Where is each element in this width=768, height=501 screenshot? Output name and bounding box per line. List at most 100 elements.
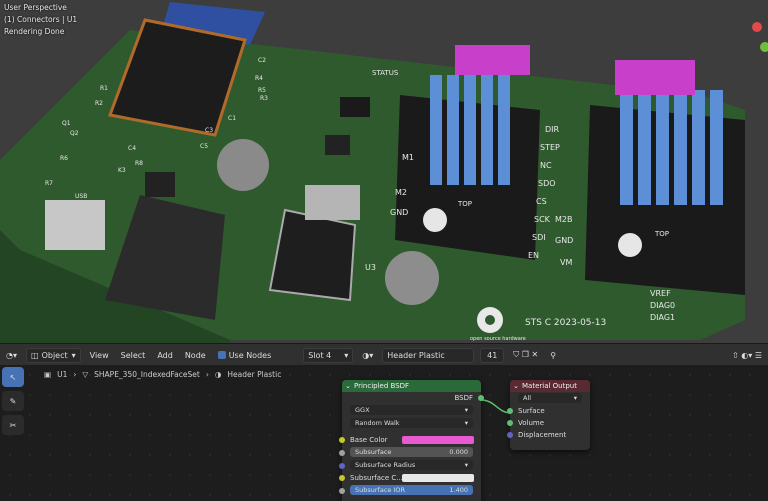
svg-text:Q2: Q2 xyxy=(70,130,79,137)
subsurface-color-swatch[interactable] xyxy=(402,474,474,482)
silk-top: TOP xyxy=(654,230,669,238)
mode-label: Object xyxy=(41,350,68,360)
output-socket[interactable] xyxy=(478,395,484,401)
potentiometer xyxy=(618,233,642,257)
svg-text:R7: R7 xyxy=(45,180,53,187)
input-socket[interactable] xyxy=(339,437,345,443)
menu-node[interactable]: Node xyxy=(179,351,212,360)
subsurface-ior-row: Subsurface IOR 1.400 xyxy=(339,485,481,497)
bsdf-output: BSDF xyxy=(342,392,484,404)
node-title: Material Output xyxy=(522,382,577,390)
silk-top: TOP xyxy=(457,200,472,208)
material-name-field[interactable]: Header Plastic xyxy=(382,347,475,363)
svg-text:Q1: Q1 xyxy=(62,120,71,127)
svg-text:NC: NC xyxy=(540,161,552,170)
material-browse-icon[interactable]: ◑▾ xyxy=(356,351,379,360)
svg-text:SDI: SDI xyxy=(532,233,546,242)
svg-text:C2: C2 xyxy=(258,57,266,64)
editor-type-icon[interactable]: ◔▾ xyxy=(0,351,23,360)
input-socket[interactable] xyxy=(339,450,345,456)
gizmo-x-icon[interactable] xyxy=(752,22,762,32)
silk-usb: USB xyxy=(75,193,87,200)
svg-text:DIAG1: DIAG1 xyxy=(650,313,675,322)
subsurface-ior-field[interactable]: Subsurface IOR 1.400 xyxy=(350,485,473,495)
svg-text:EN: EN xyxy=(528,251,539,260)
heatsink-1 xyxy=(430,75,510,185)
svg-text:R6: R6 xyxy=(60,155,68,162)
svg-text:VREF: VREF xyxy=(650,289,671,298)
use-nodes-toggle[interactable]: Use Nodes xyxy=(212,350,278,360)
node-header: ⌄ Material Output xyxy=(510,380,590,392)
output-label: BSDF xyxy=(454,394,473,402)
pink-connector xyxy=(615,60,695,95)
mode-dropdown[interactable]: ◫ Object ▾ xyxy=(26,347,81,363)
render-status: Rendering Done xyxy=(4,27,65,36)
checkbox-icon xyxy=(217,351,226,359)
input-socket[interactable] xyxy=(507,432,513,438)
volume-label: Volume xyxy=(518,419,545,427)
user-count[interactable]: 41 xyxy=(480,347,505,363)
svg-text:R1: R1 xyxy=(100,85,108,92)
gizmo-y-icon[interactable] xyxy=(760,42,768,52)
surface-label: Surface xyxy=(518,407,545,415)
menu-view[interactable]: View xyxy=(84,351,115,360)
capacitor xyxy=(217,139,269,191)
distribution-dropdown[interactable]: GGX ▾ xyxy=(350,405,473,415)
displacement-label: Displacement xyxy=(518,431,567,439)
silk-status: STATUS xyxy=(372,69,399,77)
principled-bsdf-node[interactable]: ⌄ Principled BSDF BSDF GGX ▾ Random Walk ▾… xyxy=(339,380,484,501)
fake-user-icon[interactable]: ⛉ ❐ ✕ xyxy=(507,350,544,360)
distribution-row: GGX ▾ xyxy=(342,405,481,417)
target-dropdown[interactable]: All ▾ xyxy=(518,393,582,403)
base-color-row: Base Color xyxy=(339,434,481,446)
base-color-label: Base Color xyxy=(350,436,388,444)
svg-text:U3: U3 xyxy=(365,263,376,272)
pink-connector xyxy=(455,45,530,75)
svg-text:DIAG0: DIAG0 xyxy=(650,301,675,310)
3d-viewport[interactable]: STATUS TOP TOP STS C 2023-05-13 open sou… xyxy=(0,0,768,343)
material-name: Header Plastic xyxy=(387,350,445,360)
svg-text:GND: GND xyxy=(555,236,573,245)
potentiometer xyxy=(423,208,447,232)
slot-label: Slot 4 xyxy=(308,350,332,360)
svg-text:CS: CS xyxy=(536,197,547,206)
input-socket[interactable] xyxy=(339,488,345,494)
subsurface-row: Subsurface 0.000 xyxy=(339,447,481,459)
input-socket[interactable] xyxy=(507,408,513,414)
usb-connector xyxy=(45,200,105,250)
input-socket[interactable] xyxy=(507,420,513,426)
input-socket[interactable] xyxy=(339,475,345,481)
svg-text:SCK: SCK xyxy=(534,215,551,224)
node-editor-area[interactable]: ↖ ✎ ✂ ▣ U1 › ▽ SHAPE_350_IndexedFaceSet … xyxy=(0,365,768,501)
base-color-swatch[interactable] xyxy=(402,436,474,444)
object-label: (1) Connectors | U1 xyxy=(4,15,78,24)
pin-icon[interactable]: ⚲ xyxy=(544,351,562,360)
silk-osh: open source hardware xyxy=(470,336,526,342)
overlay-icons[interactable]: ⇧ ◐▾ ☰ xyxy=(726,351,768,360)
silk-date: STS C 2023-05-13 xyxy=(525,318,606,328)
svg-text:R8: R8 xyxy=(135,160,143,167)
subsurface-color-row: Subsurface C... xyxy=(339,472,481,484)
svg-text:C1: C1 xyxy=(228,115,236,122)
surface-input: Surface xyxy=(507,405,590,417)
view-label: User Perspective xyxy=(4,3,67,12)
regulator-tab xyxy=(305,185,360,220)
subsurface-field[interactable]: Subsurface 0.000 xyxy=(350,447,473,457)
chip xyxy=(340,97,370,117)
svg-text:M1: M1 xyxy=(402,153,414,162)
input-socket[interactable] xyxy=(339,463,345,469)
slot-dropdown[interactable]: Slot 4 ▾ xyxy=(303,347,354,363)
svg-text:C5: C5 xyxy=(200,143,208,150)
chip xyxy=(325,135,350,155)
displacement-input: Displacement xyxy=(507,429,590,441)
svg-text:M2B: M2B xyxy=(555,215,572,224)
material-output-node[interactable]: ⌄ Material Output All ▾ Surface Volume Di… xyxy=(507,380,590,450)
svg-text:STEP: STEP xyxy=(540,143,560,152)
subsurface-method-dropdown[interactable]: Random Walk ▾ xyxy=(350,418,473,428)
svg-text:M2: M2 xyxy=(395,188,407,197)
svg-text:K3: K3 xyxy=(118,167,126,174)
svg-text:R4: R4 xyxy=(255,75,263,82)
menu-add[interactable]: Add xyxy=(151,351,179,360)
subsurface-radius-dropdown[interactable]: Subsurface Radius ▾ xyxy=(350,460,473,470)
menu-select[interactable]: Select xyxy=(115,351,152,360)
